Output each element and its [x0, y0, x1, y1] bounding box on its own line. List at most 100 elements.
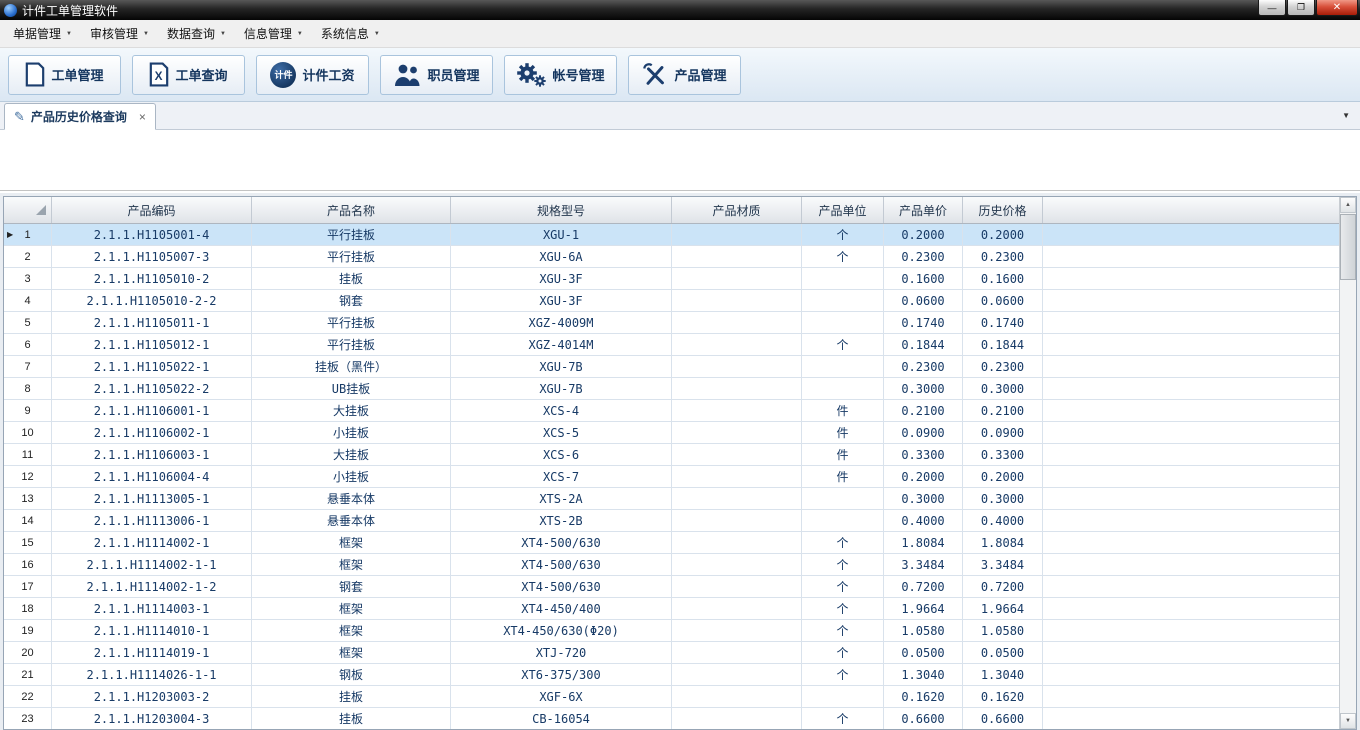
cell[interactable]: 2.1.1.H1106004-4: [52, 466, 252, 487]
cell[interactable]: [672, 576, 802, 597]
cell[interactable]: 1.3040: [963, 664, 1043, 685]
cell[interactable]: [672, 444, 802, 465]
cell[interactable]: 0.7200: [963, 576, 1043, 597]
table-row[interactable]: 192.1.1.H1114010-1框架XT4-450/630(Φ20)个1.0…: [4, 620, 1339, 642]
corner-header-cell[interactable]: [4, 197, 52, 223]
cell[interactable]: XGZ-4009M: [451, 312, 672, 333]
column-header[interactable]: 规格型号: [451, 197, 672, 223]
cell[interactable]: 平行挂板: [252, 224, 451, 245]
cell[interactable]: 2.1.1.H1105001-4: [52, 224, 252, 245]
cell[interactable]: 1.9664: [963, 598, 1043, 619]
maximize-button[interactable]: ❐: [1287, 0, 1315, 16]
cell[interactable]: 挂板: [252, 268, 451, 289]
table-row[interactable]: 182.1.1.H1114003-1框架XT4-450/400个1.96641.…: [4, 598, 1339, 620]
cell[interactable]: 0.3000: [963, 378, 1043, 399]
tab-product-history-price-query[interactable]: ✎ 产品历史价格查询 ×: [4, 103, 156, 130]
cell[interactable]: 2.1.1.H1105010-2: [52, 268, 252, 289]
cell[interactable]: 2.1.1.H1113005-1: [52, 488, 252, 509]
row-indicator[interactable]: 6: [4, 334, 52, 355]
row-indicator[interactable]: 7: [4, 356, 52, 377]
cell[interactable]: 钢板: [252, 664, 451, 685]
cell[interactable]: [672, 246, 802, 267]
cell[interactable]: 个: [802, 664, 884, 685]
cell[interactable]: 2.1.1.H1203004-3: [52, 708, 252, 729]
cell[interactable]: 1.0580: [884, 620, 963, 641]
scroll-up-button[interactable]: ▲: [1340, 197, 1356, 213]
cell[interactable]: 0.4000: [884, 510, 963, 531]
cell[interactable]: [672, 356, 802, 377]
cell[interactable]: [672, 554, 802, 575]
cell[interactable]: 框架: [252, 554, 451, 575]
cell[interactable]: 2.1.1.H1114019-1: [52, 642, 252, 663]
table-row[interactable]: 122.1.1.H1106004-4小挂板XCS-7件0.20000.2000: [4, 466, 1339, 488]
cell[interactable]: 0.2100: [884, 400, 963, 421]
cell[interactable]: 0.2000: [884, 224, 963, 245]
menu-item-audit-management[interactable]: 审核管理 ▼: [81, 20, 158, 47]
cell[interactable]: XT6-375/300: [451, 664, 672, 685]
table-row[interactable]: 142.1.1.H1113006-1悬垂本体XTS-2B0.40000.4000: [4, 510, 1339, 532]
cell[interactable]: 个: [802, 642, 884, 663]
cell[interactable]: [802, 488, 884, 509]
table-row[interactable]: 152.1.1.H1114002-1框架XT4-500/630个1.80841.…: [4, 532, 1339, 554]
cell[interactable]: [672, 466, 802, 487]
staff-management-button[interactable]: 职员管理: [380, 55, 493, 95]
cell[interactable]: 钢套: [252, 576, 451, 597]
cell[interactable]: XTS-2B: [451, 510, 672, 531]
cell[interactable]: XCS-5: [451, 422, 672, 443]
cell[interactable]: [802, 312, 884, 333]
cell[interactable]: 0.3000: [884, 488, 963, 509]
cell[interactable]: XCS-7: [451, 466, 672, 487]
row-indicator[interactable]: 18: [4, 598, 52, 619]
table-row[interactable]: 62.1.1.H1105012-1平行挂板XGZ-4014M个0.18440.1…: [4, 334, 1339, 356]
cell[interactable]: [672, 598, 802, 619]
cell[interactable]: XGU-1: [451, 224, 672, 245]
cell[interactable]: XCS-4: [451, 400, 672, 421]
cell[interactable]: 0.6600: [963, 708, 1043, 729]
cell[interactable]: [672, 312, 802, 333]
cell[interactable]: XTS-2A: [451, 488, 672, 509]
cell[interactable]: [672, 510, 802, 531]
cell[interactable]: 2.1.1.H1105012-1: [52, 334, 252, 355]
cell[interactable]: XGZ-4014M: [451, 334, 672, 355]
cell[interactable]: 0.0500: [963, 642, 1043, 663]
cell[interactable]: [672, 290, 802, 311]
cell[interactable]: [802, 686, 884, 707]
row-indicator[interactable]: 20: [4, 642, 52, 663]
row-indicator[interactable]: 13: [4, 488, 52, 509]
cell[interactable]: [802, 510, 884, 531]
column-header[interactable]: 产品单位: [802, 197, 884, 223]
cell[interactable]: XT4-500/630: [451, 554, 672, 575]
cell[interactable]: 0.3000: [884, 378, 963, 399]
cell[interactable]: 0.1740: [884, 312, 963, 333]
row-indicator[interactable]: 4: [4, 290, 52, 311]
cell[interactable]: 悬垂本体: [252, 488, 451, 509]
cell[interactable]: [802, 290, 884, 311]
cell[interactable]: 个: [802, 598, 884, 619]
cell[interactable]: 个: [802, 334, 884, 355]
cell[interactable]: 挂板: [252, 708, 451, 729]
table-row[interactable]: 112.1.1.H1106003-1大挂板XCS-6件0.33000.3300: [4, 444, 1339, 466]
cell[interactable]: 0.1844: [884, 334, 963, 355]
row-indicator[interactable]: 14: [4, 510, 52, 531]
row-indicator[interactable]: 22: [4, 686, 52, 707]
cell[interactable]: 2.1.1.H1105007-3: [52, 246, 252, 267]
cell[interactable]: 2.1.1.H1105022-2: [52, 378, 252, 399]
cell[interactable]: 1.0580: [963, 620, 1043, 641]
cell[interactable]: 个: [802, 224, 884, 245]
table-row[interactable]: 132.1.1.H1113005-1悬垂本体XTS-2A0.30000.3000: [4, 488, 1339, 510]
cell[interactable]: 3.3484: [963, 554, 1043, 575]
table-row[interactable]: 82.1.1.H1105022-2UB挂板XGU-7B0.30000.3000: [4, 378, 1339, 400]
cell[interactable]: [672, 664, 802, 685]
cell[interactable]: 2.1.1.H1105011-1: [52, 312, 252, 333]
cell[interactable]: 悬垂本体: [252, 510, 451, 531]
cell[interactable]: XT4-450/400: [451, 598, 672, 619]
cell[interactable]: 框架: [252, 598, 451, 619]
table-row[interactable]: ▶12.1.1.H1105001-4平行挂板XGU-1个0.20000.2000: [4, 224, 1339, 246]
cell[interactable]: [802, 268, 884, 289]
cell[interactable]: XGU-6A: [451, 246, 672, 267]
cell[interactable]: 0.1740: [963, 312, 1043, 333]
cell[interactable]: [672, 708, 802, 729]
cell[interactable]: 小挂板: [252, 422, 451, 443]
table-row[interactable]: 52.1.1.H1105011-1平行挂板XGZ-4009M0.17400.17…: [4, 312, 1339, 334]
table-row[interactable]: 102.1.1.H1106002-1小挂板XCS-5件0.09000.0900: [4, 422, 1339, 444]
